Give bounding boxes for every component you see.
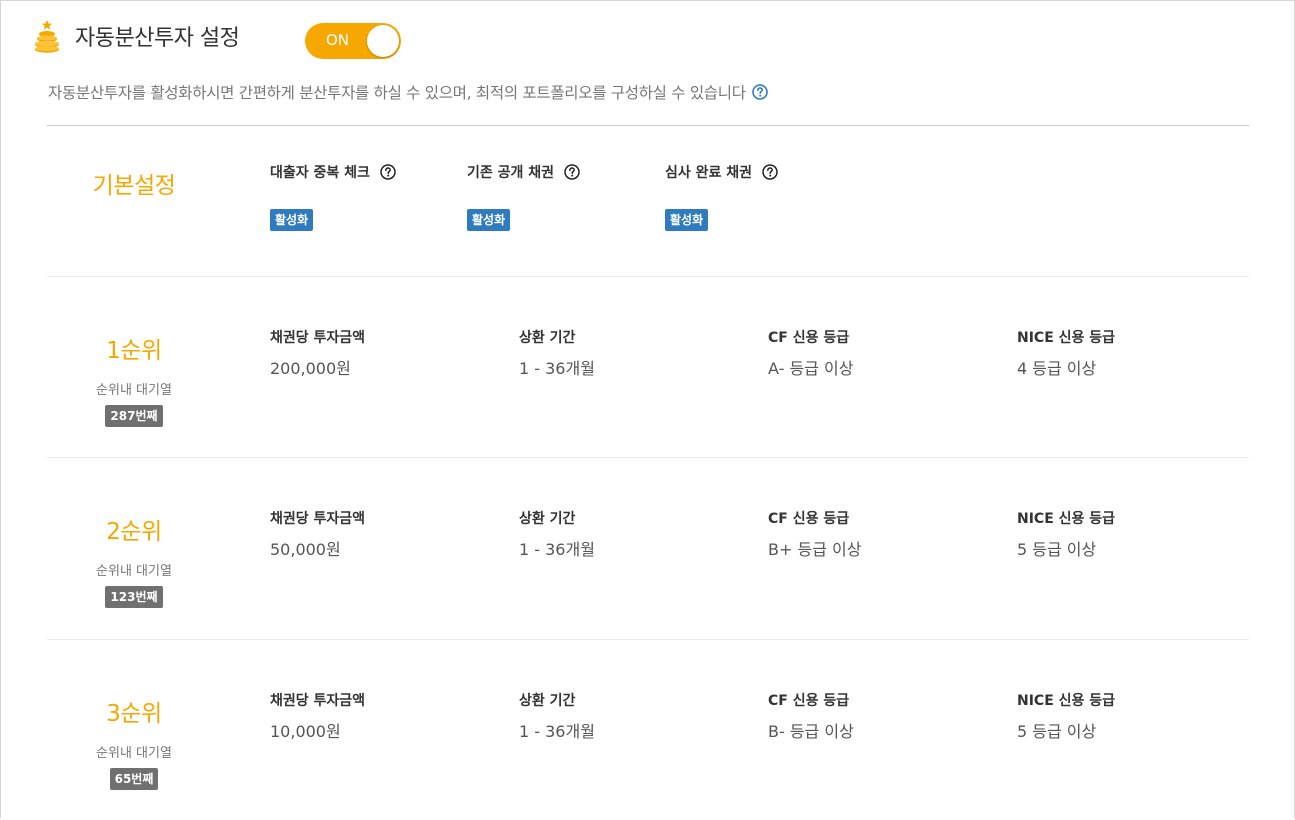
queue-label: 순위내 대기열 (96, 564, 172, 579)
queue-badge: 65번째 (109, 768, 159, 790)
page-title: 자동분산투자 설정 (75, 26, 240, 51)
queue-badge: 287번째 (105, 405, 163, 427)
rank-label: 3순위 (106, 701, 162, 727)
rank-label: 2순위 (106, 519, 162, 545)
field-amount: 채권당 투자금액 50,000원 (270, 511, 366, 559)
option-title: 기존 공개 채권 (467, 165, 555, 181)
field-amount: 채권당 투자금액 200,000원 (270, 330, 366, 378)
field-nice-grade: NICE 신용 등급 4 등급 이상 (1017, 330, 1116, 378)
field-period: 상환 기간 1 - 36개월 (519, 330, 595, 378)
rank-row-3: 3순위 순위내 대기열 65번째 채권당 투자금액 10,000원 상환 기간 … (47, 640, 1249, 820)
coin-stack-icon (35, 20, 59, 53)
auto-invest-toggle[interactable]: ON (305, 23, 401, 59)
basic-settings-label: 기본설정 (92, 173, 176, 199)
field-nice-grade: NICE 신용 등급 5 등급 이상 (1017, 511, 1116, 559)
panel-header: 자동분산투자 설정 (33, 19, 240, 53)
option-title: 심사 완료 채권 (665, 165, 753, 181)
rank-row-1: 1순위 순위내 대기열 287번째 채권당 투자금액 200,000원 상환 기… (47, 277, 1249, 457)
option-existing-public-bonds: 기존 공개 채권 활성화 (467, 162, 580, 231)
question-circle-icon[interactable] (751, 84, 768, 100)
rank-row-2: 2순위 순위내 대기열 123번째 채권당 투자금액 50,000원 상환 기간… (47, 458, 1249, 638)
field-cf-grade: CF 신용 등급 B+ 등급 이상 (768, 511, 862, 559)
question-circle-icon[interactable] (380, 164, 396, 180)
settings-panel: 자동분산투자 설정 ON 자동분산투자를 활성화하시면 간편하게 분산투자를 하… (0, 0, 1295, 818)
rank-label: 1순위 (106, 338, 162, 364)
queue-label: 순위내 대기열 (96, 383, 172, 398)
header-divider (47, 125, 1249, 126)
queue-label: 순위내 대기열 (96, 746, 172, 761)
status-badge: 활성화 (467, 209, 511, 231)
toggle-knob (367, 25, 399, 57)
field-nice-grade: NICE 신용 등급 5 등급 이상 (1017, 693, 1116, 741)
status-badge: 활성화 (665, 209, 709, 231)
option-title: 대출자 중복 체크 (270, 165, 370, 181)
field-period: 상환 기간 1 - 36개월 (519, 511, 595, 559)
field-cf-grade: CF 신용 등급 B- 등급 이상 (768, 693, 854, 741)
queue-badge: 123번째 (105, 586, 163, 608)
status-badge: 활성화 (270, 209, 314, 231)
question-circle-icon[interactable] (762, 164, 778, 180)
field-cf-grade: CF 신용 등급 A- 등급 이상 (768, 330, 854, 378)
field-period: 상환 기간 1 - 36개월 (519, 693, 595, 741)
toggle-label: ON (326, 31, 350, 49)
question-circle-icon[interactable] (564, 164, 580, 180)
field-amount: 채권당 투자금액 10,000원 (270, 693, 366, 741)
description-text: 자동분산투자를 활성화하시면 간편하게 분산투자를 하실 수 있으며, 최적의 … (48, 84, 746, 102)
option-reviewed-bonds: 심사 완료 채권 활성화 (665, 162, 778, 231)
description: 자동분산투자를 활성화하시면 간편하게 분산투자를 하실 수 있으며, 최적의 … (48, 81, 768, 103)
option-duplicate-borrower: 대출자 중복 체크 활성화 (270, 162, 396, 231)
